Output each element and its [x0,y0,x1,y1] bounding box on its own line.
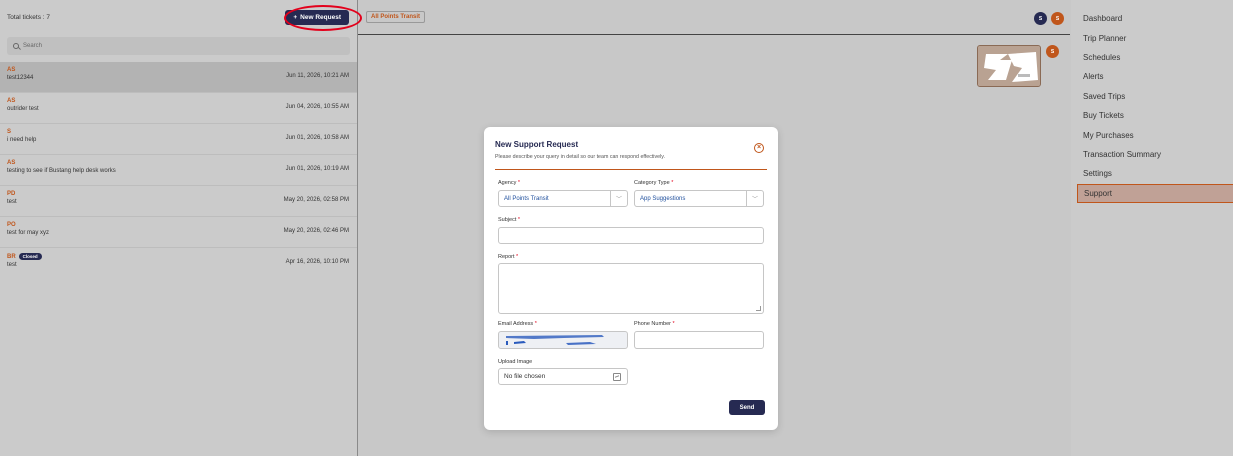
avatar[interactable]: S [1034,12,1047,25]
header-divider [358,34,1070,35]
nav-item-transaction-summary[interactable]: Transaction Summary [1071,145,1233,164]
report-textarea[interactable] [498,263,764,314]
nav-item-dashboard[interactable]: Dashboard [1071,9,1233,28]
support-request-modal: New Support Request Please describe your… [484,127,778,430]
resize-handle-icon[interactable] [756,306,761,311]
modal-title: New Support Request [495,140,579,149]
ticket-initials: BR [7,253,16,260]
new-request-label: New Request [300,13,341,21]
ticket-date: Jun 01, 2026, 10:58 AM [285,135,349,141]
modal-divider [495,169,767,170]
agency-tag[interactable]: All Points Transit [366,11,426,23]
email-label: Email Address * [498,321,537,327]
email-field[interactable] [498,331,628,349]
subject-input[interactable] [498,227,764,244]
agency-label: Agency * [498,180,520,186]
ticket-list-panel: Total tickets : 7 + New Request Search A… [0,0,358,456]
phone-label-text: Phone Number [634,321,671,327]
avatar[interactable]: S [1046,45,1059,58]
category-label: Category Type * [634,180,673,186]
ticket-row[interactable]: AS test12344 Jun 11, 2026, 10:21 AM [0,62,357,93]
ticket-row[interactable]: PO test for may xyz May 20, 2026, 02:46 … [0,217,357,248]
search-icon [13,43,19,49]
ticket-row[interactable]: PD test May 20, 2026, 02:58 PM [0,186,357,217]
upload-value: No file chosen [504,373,546,380]
required-mark: * [671,180,674,186]
chevron-down-icon: ﹀ [610,191,627,206]
nav-item-saved-trips[interactable]: Saved Trips [1071,87,1233,106]
close-icon[interactable]: × [754,143,764,153]
sidebar-nav: Dashboard Trip Planner Schedules Alerts … [1071,0,1233,456]
report-label-text: Report [498,254,515,260]
category-label-text: Category Type [634,180,670,186]
new-request-button[interactable]: + New Request [285,9,349,25]
nav-item-trip-planner[interactable]: Trip Planner [1071,28,1233,47]
email-label-text: Email Address [498,321,534,327]
agency-label-text: Agency [498,180,517,186]
upload-image-input[interactable]: No file chosen [498,368,628,385]
search-bar[interactable]: Search [7,37,350,55]
avatar[interactable]: S [1051,12,1064,25]
ticket-list: AS test12344 Jun 11, 2026, 10:21 AM AS o… [0,62,357,279]
ticket-list-header: Total tickets : 7 + New Request [0,0,357,34]
plus-icon: + [293,13,298,21]
required-mark: * [517,180,521,186]
required-mark: * [534,321,537,327]
nav-item-my-purchases[interactable]: My Purchases [1071,125,1233,144]
ticket-date: May 20, 2026, 02:58 PM [283,197,349,203]
total-tickets-label: Total tickets : 7 [7,13,50,21]
subject-label-text: Subject [498,217,517,223]
report-label: Report * [498,254,518,260]
phone-field[interactable] [634,331,764,349]
required-mark: * [672,321,675,327]
subject-label: Subject * [498,217,520,223]
ticket-row[interactable]: AS testing to see if Bustang help desk w… [0,155,357,186]
chevron-down-icon: ﹀ [746,191,763,206]
nav-item-settings[interactable]: Settings [1071,164,1233,183]
ticket-date: Apr 16, 2026, 10:10 PM [285,259,349,265]
nav-item-buy-tickets[interactable]: Buy Tickets [1071,106,1233,125]
ticket-row[interactable]: AS outrider test Jun 04, 2026, 10:55 AM [0,93,357,124]
ticket-date: May 20, 2026, 02:46 PM [283,228,349,234]
redacted-email-image [506,335,604,345]
required-mark: * [517,217,521,223]
send-button[interactable]: Send [729,400,765,415]
nav-item-schedules[interactable]: Schedules [1071,48,1233,67]
category-select[interactable]: App Suggestions ﹀ [634,190,764,207]
category-select-value: App Suggestions [640,195,686,202]
search-input[interactable]: Search [23,43,42,49]
upload-label: Upload Image [498,359,533,365]
ticket-date: Jun 01, 2026, 10:19 AM [285,166,349,172]
ticket-row[interactable]: BR Closed test Apr 16, 2026, 10:10 PM [0,248,357,279]
ticket-date: Jun 11, 2026, 10:21 AM [286,73,349,79]
nav-item-alerts[interactable]: Alerts [1071,67,1233,86]
status-badge: Closed [18,253,42,260]
ticket-row[interactable]: S i need help Jun 01, 2026, 10:58 AM [0,124,357,155]
agency-select[interactable]: All Points Transit ﹀ [498,190,628,207]
thumbnail-image [978,46,1040,86]
phone-label: Phone Number * [634,321,675,327]
nav-item-support[interactable]: Support [1077,183,1233,203]
image-icon [613,373,621,381]
agency-select-value: All Points Transit [504,195,549,202]
required-mark: * [516,254,519,260]
profile-thumbnail [977,45,1041,87]
ticket-date: Jun 04, 2026, 10:55 AM [285,104,349,110]
modal-subtitle: Please describe your query in detail so … [495,154,665,160]
